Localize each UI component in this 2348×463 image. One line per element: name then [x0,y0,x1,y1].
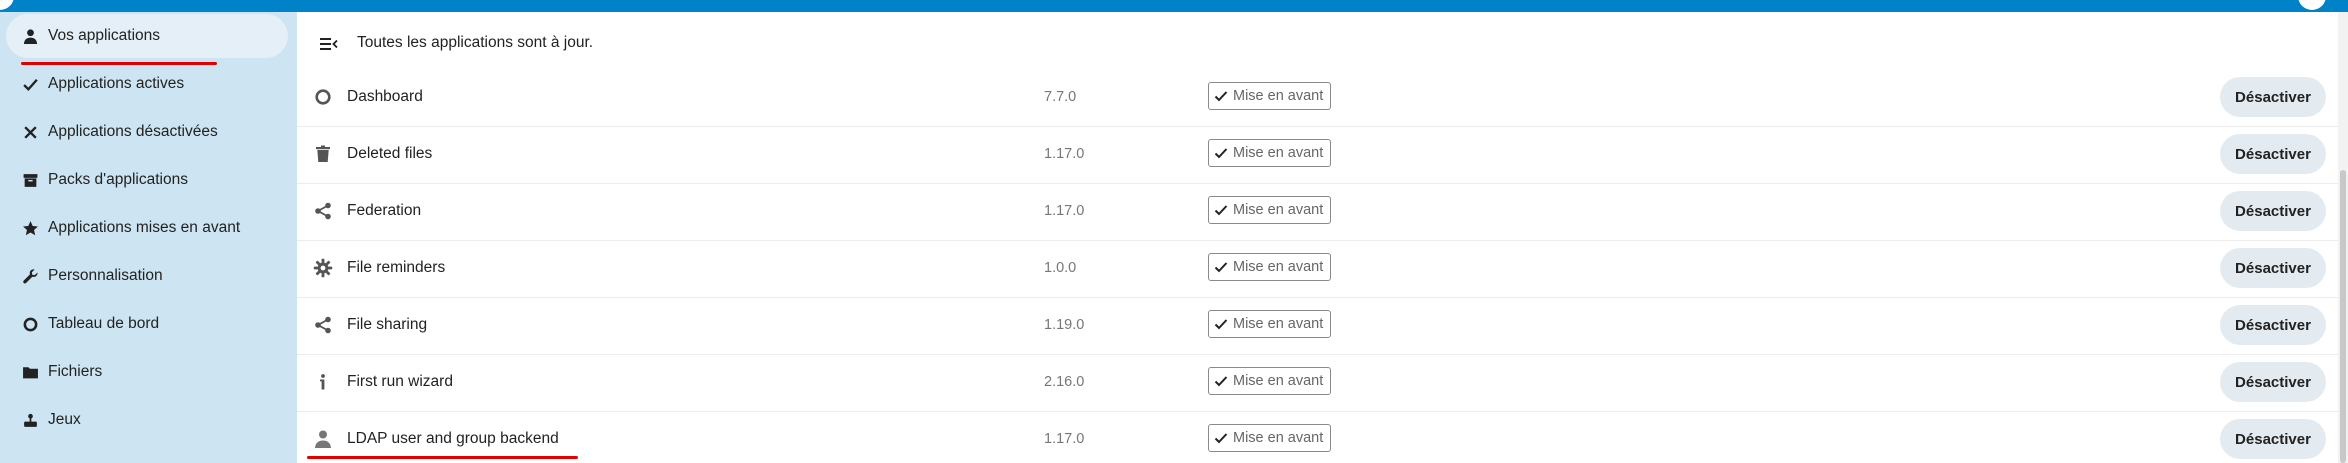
app-row: File sharing 1.19.0 Mise en avant Désact… [297,297,2338,355]
app-name[interactable]: File sharing [347,316,427,334]
sidebar-item-label: Jeux [48,411,81,428]
disable-button[interactable]: Désactiver [2220,362,2326,402]
disable-button[interactable]: Désactiver [2220,305,2326,345]
app-name[interactable]: Dashboard [347,88,423,106]
app-name[interactable]: File reminders [347,259,445,277]
app-version: 1.17.0 [1044,146,1085,162]
featured-badge: Mise en avant [1208,367,1332,395]
sidebar-item-label: Applications mises en avant [48,219,241,236]
app-version: 1.17.0 [1044,203,1085,219]
featured-label: Mise en avant [1233,373,1324,389]
check-icon [1214,91,1228,102]
circle-icon [12,302,48,346]
gear-icon [311,256,335,280]
sidebar-item-disabled-apps[interactable]: Applications désactivées [6,110,288,154]
menu-open-icon [320,38,338,50]
app-version: 7.7.0 [1044,89,1077,105]
update-status-text: Toutes les applications sont à jour. [357,34,594,51]
app-version: 1.0.0 [1044,260,1077,276]
games-icon [12,398,48,442]
user-icon [12,14,48,58]
share-icon [311,313,335,337]
disable-button[interactable]: Désactiver [2220,134,2326,174]
app-version: 1.17.0 [1044,431,1085,447]
check-icon [1214,319,1228,330]
disable-button[interactable]: Désactiver [2220,77,2326,117]
annotation-underline [307,456,578,459]
app-name[interactable]: First run wizard [347,373,453,391]
sidebar-item-label: Applications actives [48,75,185,92]
featured-badge: Mise en avant [1208,310,1332,338]
check-icon [12,62,48,106]
close-icon [12,110,48,154]
featured-label: Mise en avant [1233,145,1324,161]
info-icon [311,370,335,394]
featured-badge: Mise en avant [1208,196,1332,224]
sidebar-item-label: Personnalisation [48,267,163,284]
app-version: 1.19.0 [1044,317,1085,333]
archive-icon [12,158,48,202]
app-row: First run wizard 2.16.0 Mise en avant Dé… [297,354,2338,412]
check-icon [1214,262,1228,273]
sidebar-item-label: Vos applications [48,27,161,44]
share-icon [311,199,335,223]
trash-icon [311,142,335,166]
app-categories-sidebar: Vos applications Applications actives Ap… [0,12,297,463]
sidebar-item-dashboard[interactable]: Tableau de bord [6,302,288,346]
app-row: File reminders 1.0.0 Mise en avant Désac… [297,240,2338,298]
scrollbar-thumb[interactable] [2340,170,2346,463]
disable-button[interactable]: Désactiver [2220,419,2326,459]
app-row: Federation 1.17.0 Mise en avant Désactiv… [297,183,2338,241]
featured-badge: Mise en avant [1208,253,1332,281]
circle-icon [311,85,335,109]
sidebar-item-customization[interactable]: Personnalisation [6,254,288,298]
star-icon [12,206,48,250]
sidebar-item-label: Applications désactivées [48,123,218,140]
toggle-navigation-button[interactable] [317,32,341,56]
user-icon [311,427,335,451]
sidebar-item-files[interactable]: Fichiers [6,350,288,394]
top-header-bar [0,0,2348,12]
folder-icon [12,350,48,394]
app-row: Deleted files 1.17.0 Mise en avant Désac… [297,126,2338,184]
sidebar-item-active-apps[interactable]: Applications actives [6,62,288,106]
featured-label: Mise en avant [1233,202,1324,218]
app-name[interactable]: Federation [347,202,421,220]
check-icon [1214,148,1228,159]
annotation-underline [21,62,217,65]
check-icon [1214,433,1228,444]
app-row: LDAP user and group backend 1.17.0 Mise … [297,411,2338,463]
app-name[interactable]: LDAP user and group backend [347,430,559,448]
sidebar-item-label: Fichiers [48,363,103,380]
sidebar-item-featured-apps[interactable]: Applications mises en avant [6,206,288,250]
featured-label: Mise en avant [1233,88,1324,104]
sidebar-item-label: Packs d'applications [48,171,188,188]
check-icon [1214,205,1228,216]
disable-button[interactable]: Désactiver [2220,248,2326,288]
featured-badge: Mise en avant [1208,82,1332,110]
app-version: 2.16.0 [1044,374,1085,390]
sidebar-item-label: Tableau de bord [48,315,160,332]
app-name[interactable]: Deleted files [347,145,432,163]
featured-label: Mise en avant [1233,430,1324,446]
sidebar-item-your-apps[interactable]: Vos applications [6,14,288,58]
featured-badge: Mise en avant [1208,139,1332,167]
featured-label: Mise en avant [1233,259,1324,275]
sidebar-item-app-bundles[interactable]: Packs d'applications [6,158,288,202]
apps-list-panel: Toutes les applications sont à jour. Das… [297,12,2338,463]
featured-badge: Mise en avant [1208,424,1332,452]
disable-button[interactable]: Désactiver [2220,191,2326,231]
app-row: Dashboard 7.7.0 Mise en avant Désactiver [297,69,2338,127]
check-icon [1214,376,1228,387]
featured-label: Mise en avant [1233,316,1324,332]
sidebar-item-games[interactable]: Jeux [6,398,288,442]
wrench-icon [12,254,48,298]
